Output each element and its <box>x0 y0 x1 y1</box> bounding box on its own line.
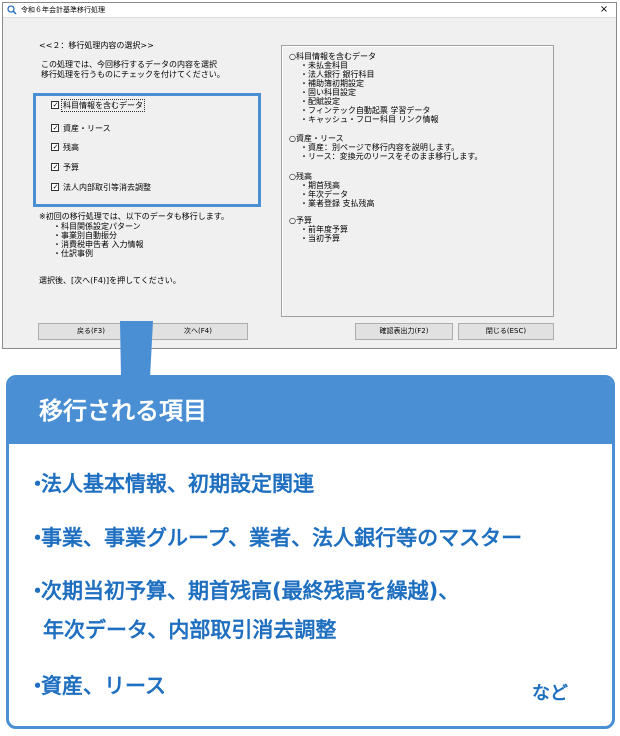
list-item: ・資産、リース <box>27 672 166 700</box>
callout-pointer <box>120 321 153 378</box>
bullet: ・ <box>27 472 48 496</box>
list-item-text: 事業、事業グループ、業者、法人銀行等のマスター <box>41 526 523 550</box>
list-item-text: 法人基本情報、初期設定関連 <box>41 472 314 496</box>
list-item: ・事業、事業グループ、業者、法人銀行等のマスター <box>27 524 522 552</box>
list-item: ・法人基本情報、初期設定関連 <box>27 470 314 498</box>
bullet: ・ <box>27 674 48 698</box>
list-item: ・次期当初予算、期首残高(最終残高を繰越)、 <box>27 577 459 605</box>
bullet: ・ <box>27 579 48 603</box>
migrated-items-panel: 移行される項目 ・法人基本情報、初期設定関連 ・事業、事業グループ、業者、法人銀… <box>6 375 615 729</box>
list-item-text: 次期当初予算、期首残高(最終残高を繰越)、 <box>41 579 460 603</box>
list-item-text: 資産、リース <box>41 674 166 698</box>
panel-header: 移行される項目 <box>9 378 612 444</box>
list-item-continuation: 年次データ、内部取引消去調整 <box>43 618 337 642</box>
etc-label: など <box>532 683 568 704</box>
panel-title: 移行される項目 <box>39 397 207 425</box>
bullet: ・ <box>27 526 48 550</box>
